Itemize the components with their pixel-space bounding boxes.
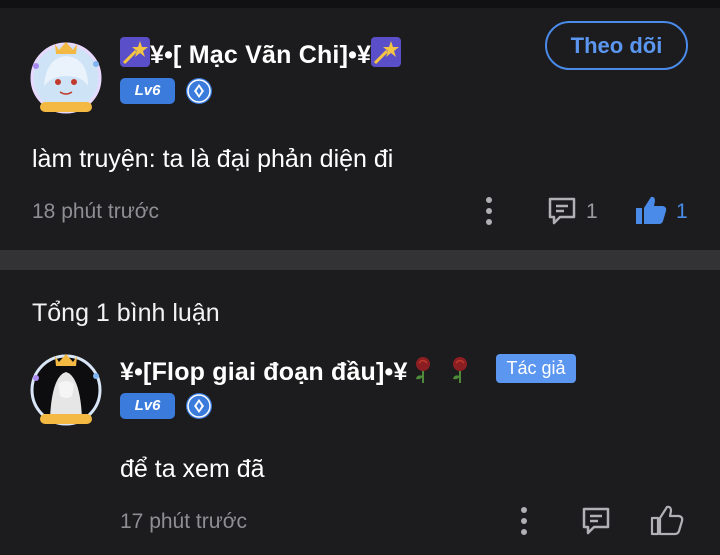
rose-icon — [445, 354, 475, 391]
comment-author-level-badge: Lv6 — [120, 393, 175, 419]
shooting-star-icon — [120, 37, 150, 74]
post-author-name[interactable]: ¥•[ Mạc Vãn Chi]•¥ — [120, 37, 402, 74]
more-vertical-icon[interactable] — [517, 506, 531, 541]
post-content: làm truyện: ta là đại phản diện đi — [32, 145, 394, 173]
gem-icon — [186, 78, 212, 104]
gem-icon — [186, 393, 212, 419]
post-author-level-badge: Lv6 — [120, 78, 175, 104]
author-badge: Tác giả — [496, 354, 576, 383]
more-vertical-icon[interactable] — [482, 196, 496, 231]
post-like-count: 1 — [676, 200, 688, 223]
reply-icon[interactable] — [580, 505, 612, 542]
follow-button[interactable]: Theo dõi — [545, 21, 688, 70]
shooting-star-icon — [371, 37, 402, 74]
comment-author-name[interactable]: ¥•[Flop giai đoạn đầu]•¥ — [120, 354, 475, 391]
comment-author-avatar[interactable] — [26, 348, 106, 428]
thumbs-up-icon[interactable] — [650, 504, 684, 541]
comment-total-label: Tổng 1 bình luận — [32, 299, 220, 327]
rose-icon — [408, 354, 438, 391]
post-timestamp: 18 phút trước — [32, 200, 160, 223]
comment-author-name-text: ¥•[Flop giai đoạn đầu]•¥ — [120, 358, 408, 386]
comment-content: để ta xem đã — [120, 455, 265, 483]
top-divider — [0, 0, 720, 8]
thumbs-up-icon[interactable] — [634, 194, 668, 231]
post-reply-count: 1 — [586, 200, 598, 223]
comment-timestamp: 17 phút trước — [120, 510, 248, 533]
post-author-avatar[interactable] — [26, 36, 106, 116]
reply-icon[interactable] — [546, 195, 578, 232]
section-divider — [0, 250, 720, 270]
post-author-name-text: ¥•[ Mạc Vãn Chi]•¥ — [150, 41, 372, 69]
